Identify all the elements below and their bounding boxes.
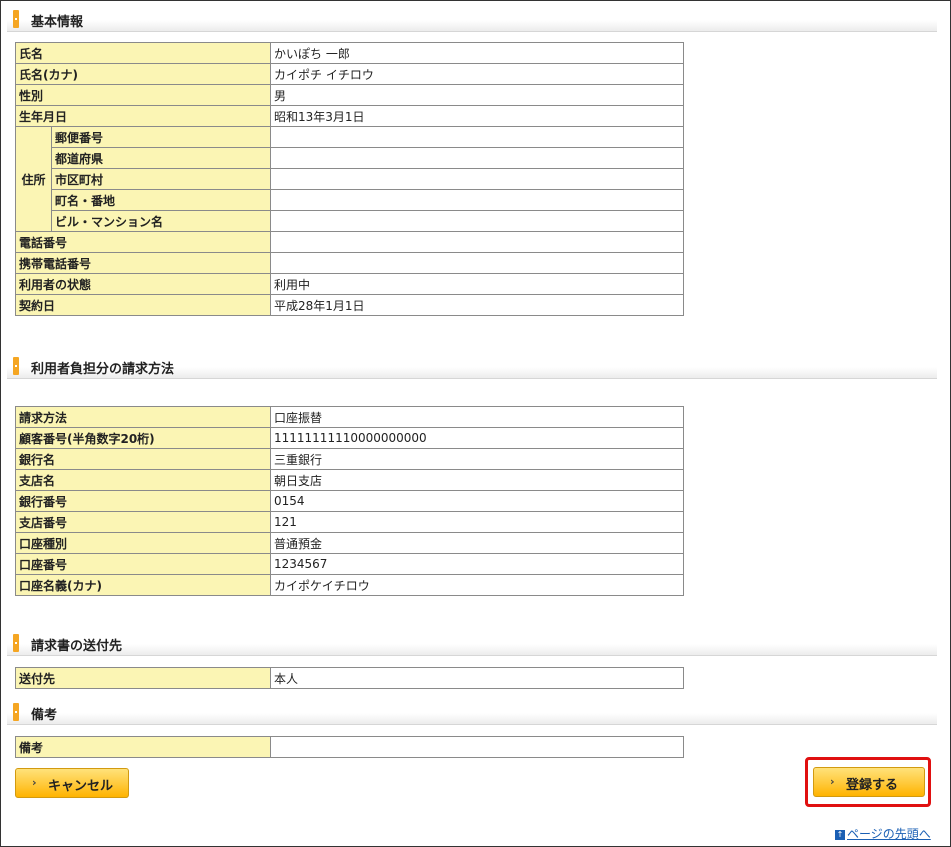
section-marker-icon bbox=[13, 357, 19, 375]
arrow-up-icon: ↑ bbox=[835, 829, 845, 840]
chevron-right-icon: › bbox=[32, 776, 37, 789]
register-button-highlight bbox=[805, 757, 931, 807]
status-label: 利用者の状態 bbox=[14, 273, 272, 295]
table-row: 氏名(カナ) カイポチ イチロウ bbox=[14, 63, 685, 85]
page-top-label: ページの先頭へ bbox=[847, 827, 931, 841]
table-row: 電話番号 bbox=[14, 231, 685, 253]
table-row: 請求方法 口座振替 bbox=[15, 406, 684, 428]
section-header-billing: 利用者負担分の請求方法 bbox=[7, 354, 937, 379]
town-label: 町名・番地 bbox=[50, 189, 272, 211]
section-header-remarks: 備考 bbox=[7, 700, 937, 725]
postal-label: 郵便番号 bbox=[50, 126, 272, 148]
customer-label: 顧客番号(半角数字20桁) bbox=[15, 427, 271, 449]
branch-no-value: 121 bbox=[270, 511, 684, 533]
section-header-invoice: 請求書の送付先 bbox=[7, 631, 937, 656]
account-no-label: 口座番号 bbox=[15, 553, 271, 575]
status-value: 利用中 bbox=[270, 273, 685, 295]
phone-label: 電話番号 bbox=[14, 231, 272, 253]
table-row: 支店番号 121 bbox=[15, 511, 684, 533]
name-value: かいぽち 一郎 bbox=[270, 42, 685, 64]
bank-no-value: 0154 bbox=[270, 490, 684, 512]
billing-table: 請求方法 口座振替 顧客番号(半角数字20桁) 1111111111000000… bbox=[15, 406, 684, 596]
method-label: 請求方法 bbox=[15, 406, 271, 428]
mobile-label: 携帯電話番号 bbox=[14, 252, 272, 274]
table-row: 支店名 朝日支店 bbox=[15, 469, 684, 491]
table-row: 氏名 かいぽち 一郎 bbox=[14, 42, 685, 64]
city-label: 市区町村 bbox=[50, 168, 272, 190]
bank-label: 銀行名 bbox=[15, 448, 271, 470]
table-row: 性別 男 bbox=[14, 84, 685, 106]
table-row: 住所 郵便番号 bbox=[15, 126, 685, 232]
section-marker-icon bbox=[13, 10, 19, 28]
table-row: 生年月日 昭和13年3月1日 bbox=[14, 105, 685, 127]
table-row: 備考 bbox=[15, 736, 684, 758]
table-row: ビル・マンション名 bbox=[16, 210, 685, 232]
table-row: 口座名義(カナ) カイポケイチロウ bbox=[15, 574, 684, 596]
section-title-invoice: 請求書の送付先 bbox=[31, 639, 123, 654]
kana-value: カイポチ イチロウ bbox=[270, 63, 685, 85]
table-row: 口座番号 1234567 bbox=[15, 553, 684, 575]
account-type-label: 口座種別 bbox=[15, 532, 271, 554]
section-header-basic: 基本情報 bbox=[7, 7, 937, 32]
city-value bbox=[270, 168, 685, 190]
table-row: 銀行番号 0154 bbox=[15, 490, 684, 512]
basic-info-table: 氏名 かいぽち 一郎 氏名(カナ) カイポチ イチロウ 性別 男 生年月日 昭和… bbox=[14, 42, 685, 316]
contract-value: 平成28年1月1日 bbox=[270, 294, 685, 316]
table-row: 口座種別 普通預金 bbox=[15, 532, 684, 554]
phone-value bbox=[270, 231, 685, 253]
building-label: ビル・マンション名 bbox=[50, 210, 272, 232]
birth-value: 昭和13年3月1日 bbox=[270, 105, 685, 127]
bank-no-label: 銀行番号 bbox=[15, 490, 271, 512]
account-name-value: カイポケイチロウ bbox=[270, 574, 684, 596]
table-row: 契約日 平成28年1月1日 bbox=[14, 294, 685, 316]
table-row: 利用者の状態 利用中 bbox=[14, 273, 685, 295]
gender-value: 男 bbox=[270, 84, 685, 106]
cancel-button-label: キャンセル bbox=[48, 779, 114, 794]
remarks-value bbox=[270, 736, 684, 758]
building-value bbox=[270, 210, 685, 232]
branch-label: 支店名 bbox=[15, 469, 271, 491]
branch-value: 朝日支店 bbox=[270, 469, 684, 491]
section-title-remarks: 備考 bbox=[31, 708, 58, 723]
table-row: 銀行名 三重銀行 bbox=[15, 448, 684, 470]
contract-label: 契約日 bbox=[14, 294, 272, 316]
branch-no-label: 支店番号 bbox=[15, 511, 271, 533]
table-row: 町名・番地 bbox=[16, 189, 685, 211]
account-type-value: 普通預金 bbox=[270, 532, 684, 554]
cancel-button[interactable]: › キャンセル bbox=[15, 768, 129, 798]
section-title-basic: 基本情報 bbox=[31, 15, 84, 30]
page-frame: 基本情報 氏名 かいぽち 一郎 氏名(カナ) カイポチ イチロウ 性別 男 生年… bbox=[0, 0, 951, 847]
section-marker-icon bbox=[13, 703, 19, 721]
method-value: 口座振替 bbox=[270, 406, 684, 428]
bank-value: 三重銀行 bbox=[270, 448, 684, 470]
name-label: 氏名 bbox=[14, 42, 272, 64]
table-row: 市区町村 bbox=[16, 168, 685, 190]
birth-label: 生年月日 bbox=[14, 105, 272, 127]
dest-value: 本人 bbox=[270, 667, 684, 689]
mobile-value bbox=[270, 252, 685, 274]
remarks-label: 備考 bbox=[15, 736, 271, 758]
table-row: 送付先 本人 bbox=[15, 667, 684, 689]
table-row: 都道府県 bbox=[16, 147, 685, 169]
table-row: 携帯電話番号 bbox=[14, 252, 685, 274]
gender-label: 性別 bbox=[14, 84, 272, 106]
section-marker-icon bbox=[13, 634, 19, 652]
section-title-billing: 利用者負担分の請求方法 bbox=[31, 362, 175, 377]
prefecture-value bbox=[270, 147, 685, 169]
table-row: 顧客番号(半角数字20桁) 11111111110000000000 bbox=[15, 427, 684, 449]
invoice-table: 送付先 本人 bbox=[15, 667, 684, 689]
address-label: 住所 bbox=[15, 126, 52, 232]
kana-label: 氏名(カナ) bbox=[14, 63, 272, 85]
customer-value: 11111111110000000000 bbox=[270, 427, 684, 449]
prefecture-label: 都道府県 bbox=[50, 147, 272, 169]
dest-label: 送付先 bbox=[15, 667, 271, 689]
town-value bbox=[270, 189, 685, 211]
remarks-table: 備考 bbox=[15, 736, 684, 758]
postal-value bbox=[270, 126, 685, 148]
account-name-label: 口座名義(カナ) bbox=[15, 574, 271, 596]
page-top-link[interactable]: ↑ ページの先頭へ bbox=[835, 825, 931, 842]
account-no-value: 1234567 bbox=[270, 553, 684, 575]
